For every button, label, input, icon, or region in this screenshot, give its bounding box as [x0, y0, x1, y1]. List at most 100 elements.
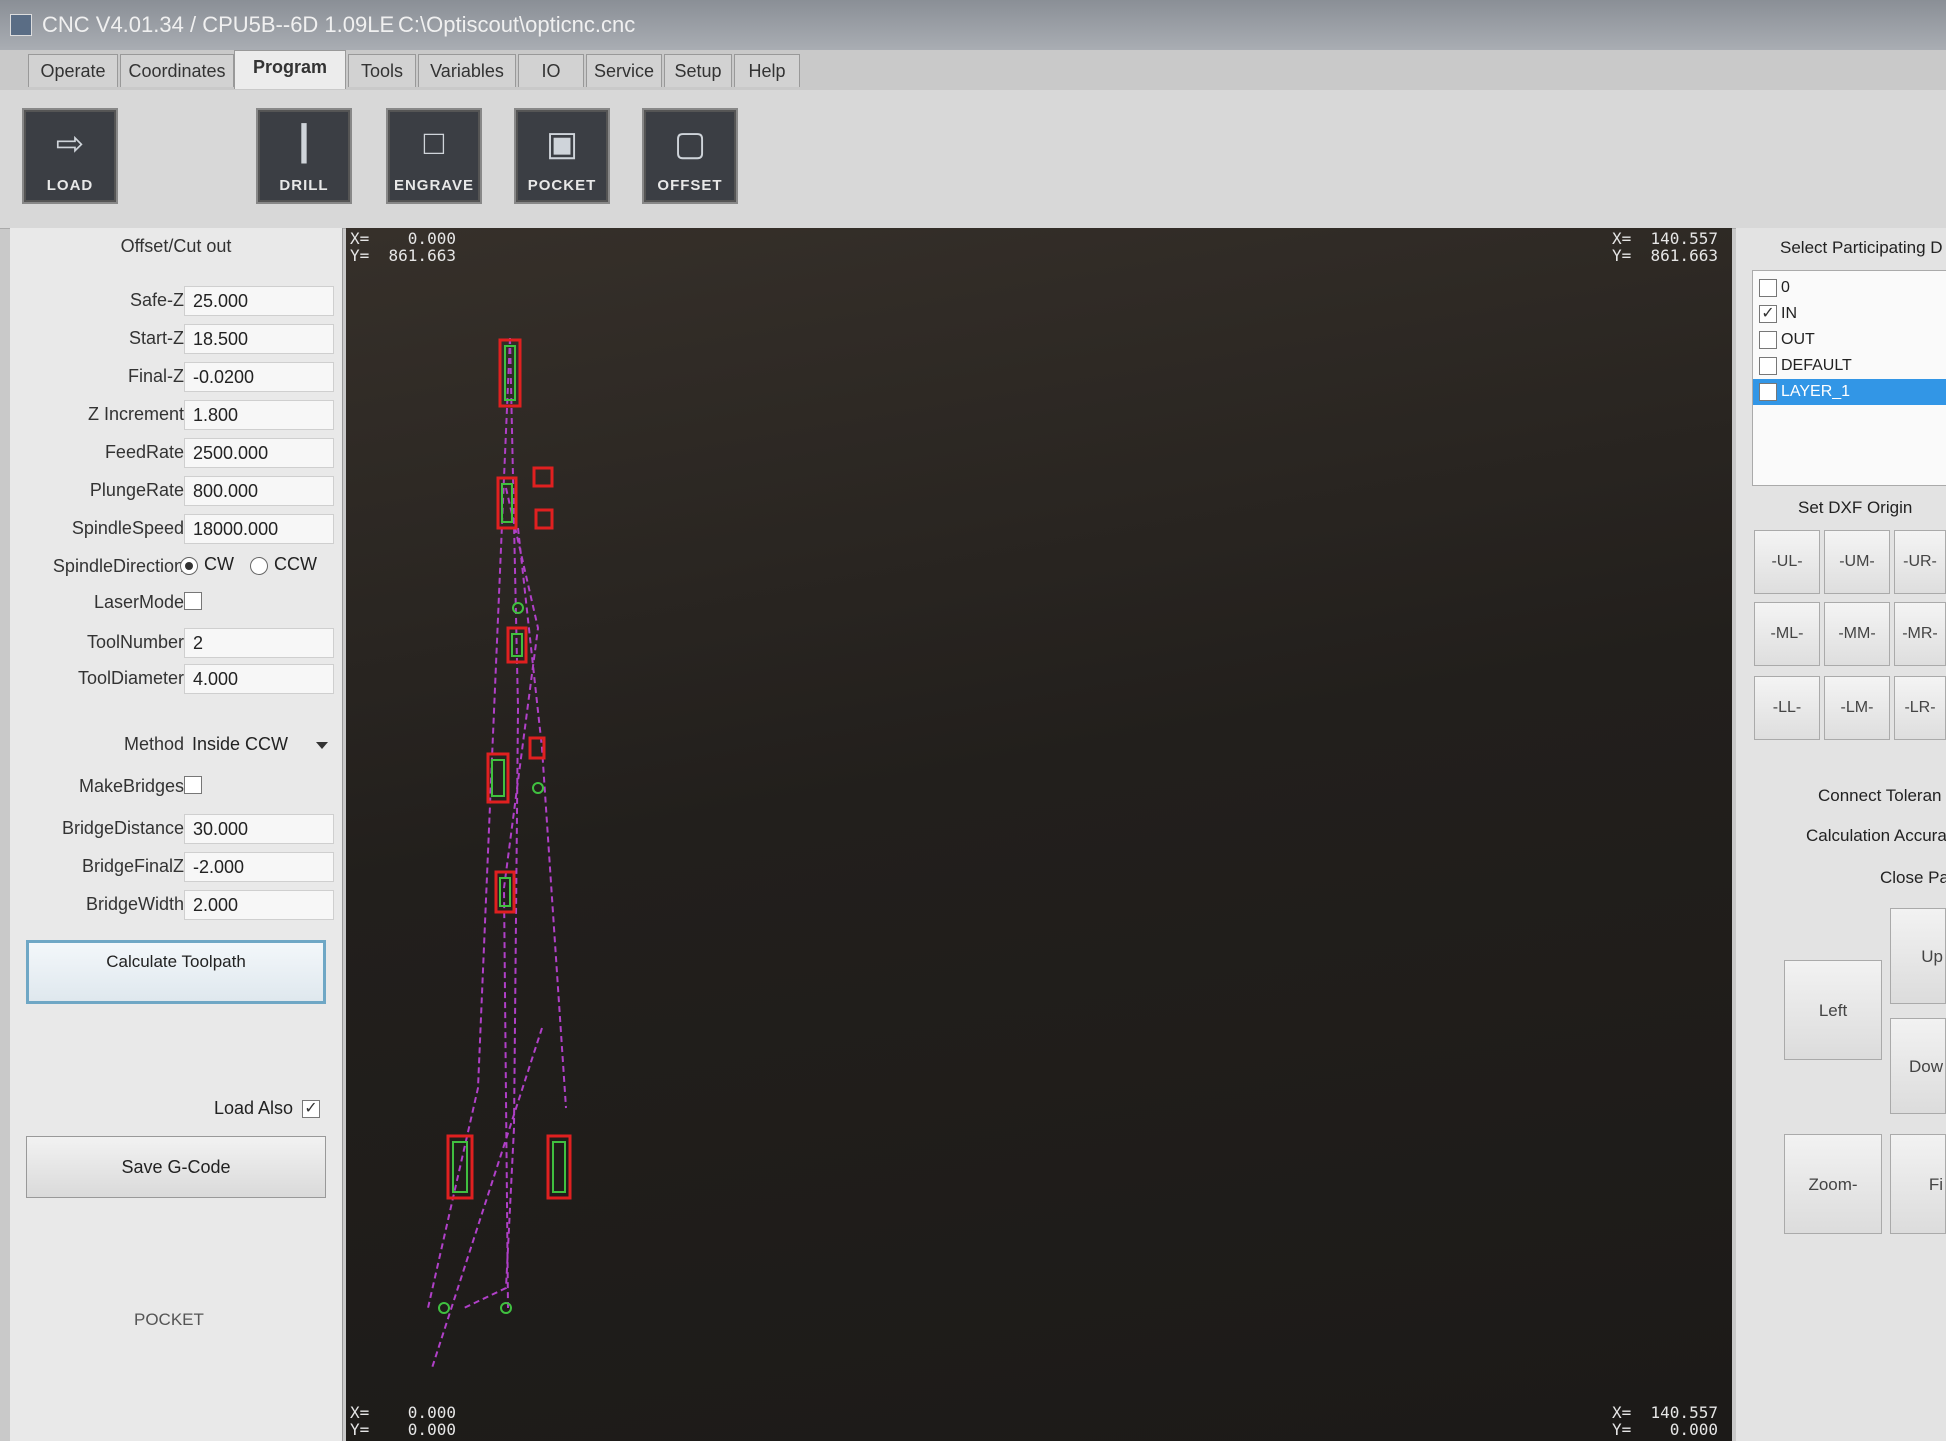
origin-mm-button[interactable]: -MM- — [1824, 602, 1890, 666]
tool-diameter-row: ToolDiameter — [10, 664, 342, 694]
drill-point — [500, 1302, 512, 1314]
layer-checkbox[interactable] — [1759, 331, 1777, 349]
fit-button[interactable]: Fi — [1890, 1134, 1946, 1234]
engrave-icon: □ — [423, 124, 445, 162]
menu-tabs: Operate Coordinates Program Tools Variab… — [28, 50, 1072, 92]
down-button[interactable]: Dow — [1890, 1018, 1946, 1114]
save-gcode-button[interactable]: Save G-Code — [26, 1136, 326, 1198]
tab-service[interactable]: Service — [586, 54, 662, 87]
inner-rect — [491, 759, 505, 797]
top-right-coords: X= 140.557 Y= 861.663 — [1612, 229, 1718, 265]
origin-ll-button[interactable]: -LL- — [1754, 676, 1820, 740]
bottom-right-coords: X= 140.557 Y= 0.000 — [1612, 1403, 1718, 1439]
panel-title: Offset/Cut out — [120, 236, 232, 256]
tab-setup[interactable]: Setup — [664, 54, 732, 87]
load-also-label: Load Also — [214, 1098, 294, 1118]
origin-lm-button[interactable]: -LM- — [1824, 676, 1890, 740]
ccw-radio[interactable] — [250, 557, 268, 575]
start-z-row: Start-Z — [10, 324, 342, 354]
offset-icon: ▢ — [673, 125, 707, 163]
load-button[interactable]: ⇨ LOAD — [22, 108, 118, 204]
app-icon — [10, 14, 32, 36]
connect-tolerance-label: Connect Toleran — [1818, 786, 1942, 805]
bridge-width-input[interactable] — [184, 890, 334, 920]
layer-checkbox[interactable]: ✓ — [1759, 305, 1777, 323]
pocket-button[interactable]: ▣ POCKET — [514, 108, 610, 204]
feed-rate-input[interactable] — [184, 438, 334, 468]
laser-mode-row: LaserMode — [10, 588, 342, 618]
origin-lr-button[interactable]: -LR- — [1894, 676, 1946, 740]
bridge-distance-row: BridgeDistance — [10, 814, 342, 844]
spindle-speed-input[interactable] — [184, 514, 334, 544]
tab-help[interactable]: Help — [734, 54, 800, 87]
laser-mode-checkbox[interactable] — [184, 592, 202, 610]
calculation-accuracy-label: Calculation Accura — [1806, 826, 1946, 845]
bridge-final-z-input[interactable] — [184, 852, 334, 882]
plunge-rate-row: PlungeRate — [10, 476, 342, 506]
mode-label: POCKET — [134, 1310, 204, 1329]
toolpath-line — [517, 527, 567, 1109]
origin-ul-button[interactable]: -UL- — [1754, 530, 1820, 594]
final-z-input[interactable] — [184, 362, 334, 392]
drill-point — [512, 602, 524, 614]
up-button[interactable]: Up — [1890, 908, 1946, 1004]
cw-radio[interactable] — [180, 557, 198, 575]
origin-ml-button[interactable]: -ML- — [1754, 602, 1820, 666]
left-button[interactable]: Left — [1784, 960, 1882, 1060]
tab-tools[interactable]: Tools — [348, 54, 416, 87]
method-row: Method Inside CCW — [10, 730, 342, 760]
dxf-options-panel: Select Participating D 0 ✓ IN OUT DEFAUL… — [1736, 228, 1946, 1441]
make-bridges-checkbox[interactable] — [184, 776, 202, 794]
origin-um-button[interactable]: -UM- — [1824, 530, 1890, 594]
method-select[interactable]: Inside CCW — [184, 730, 334, 762]
layer-item-in[interactable]: ✓ IN — [1753, 301, 1946, 327]
origin-mr-button[interactable]: -MR- — [1894, 602, 1946, 666]
tool-diameter-input[interactable] — [184, 664, 334, 694]
origin-title: Set DXF Origin — [1798, 498, 1913, 517]
z-increment-input[interactable] — [184, 400, 334, 430]
inner-rect — [552, 1141, 566, 1193]
tab-variables[interactable]: Variables — [418, 54, 516, 87]
drill-icon: ┃ — [293, 125, 315, 163]
layer-list[interactable]: 0 ✓ IN OUT DEFAULT LAYER_1 — [1752, 270, 1946, 486]
inner-contours — [438, 345, 566, 1314]
offset-parameters-panel: Offset/Cut out Safe-Z Start-Z Final-Z Z … — [10, 228, 343, 1441]
tab-io[interactable]: IO — [518, 54, 584, 87]
contour-outlines — [446, 338, 572, 1200]
inner-rect — [499, 877, 511, 907]
load-also-checkbox[interactable]: ✓ — [302, 1100, 320, 1118]
chevron-down-icon — [316, 742, 328, 749]
make-bridges-row: MakeBridges — [10, 772, 342, 802]
drill-button[interactable]: ┃ DRILL — [256, 108, 352, 204]
layer-item-0[interactable]: 0 — [1753, 275, 1946, 301]
contour-rect — [534, 508, 554, 530]
tool-number-input[interactable] — [184, 628, 334, 658]
origin-ur-button[interactable]: -UR- — [1894, 530, 1946, 594]
bridge-final-z-row: BridgeFinalZ — [10, 852, 342, 882]
engrave-button[interactable]: □ ENGRAVE — [386, 108, 482, 204]
drill-point — [532, 782, 544, 794]
safe-z-input[interactable] — [184, 286, 334, 316]
calculate-toolpath-button[interactable]: Calculate Toolpath — [26, 940, 326, 1004]
bridge-distance-input[interactable] — [184, 814, 334, 844]
offset-button[interactable]: ▢ OFFSET — [642, 108, 738, 204]
tool-number-row: ToolNumber — [10, 628, 342, 658]
load-arrow-icon: ⇨ — [55, 125, 85, 163]
top-left-coords: X= 0.000 Y= 861.663 — [350, 229, 456, 265]
contour-rect — [546, 1134, 572, 1200]
plunge-rate-input[interactable] — [184, 476, 334, 506]
zoom-out-button[interactable]: Zoom- — [1784, 1134, 1882, 1234]
layer-checkbox[interactable] — [1759, 383, 1777, 401]
layer-checkbox[interactable] — [1759, 357, 1777, 375]
tab-coordinates[interactable]: Coordinates — [120, 54, 234, 87]
layer-item-out[interactable]: OUT — [1753, 327, 1946, 353]
tab-operate[interactable]: Operate — [28, 54, 118, 87]
layer-item-default[interactable]: DEFAULT — [1753, 353, 1946, 379]
contour-rect — [532, 466, 554, 488]
tab-program[interactable]: Program — [234, 50, 346, 89]
layer-checkbox[interactable] — [1759, 279, 1777, 297]
toolpath-viewport[interactable]: X= 0.000 Y= 861.663 X= 140.557 Y= 861.663 … — [346, 228, 1732, 1441]
final-z-row: Final-Z — [10, 362, 342, 392]
layer-item-layer-1[interactable]: LAYER_1 — [1753, 379, 1946, 405]
start-z-input[interactable] — [184, 324, 334, 354]
